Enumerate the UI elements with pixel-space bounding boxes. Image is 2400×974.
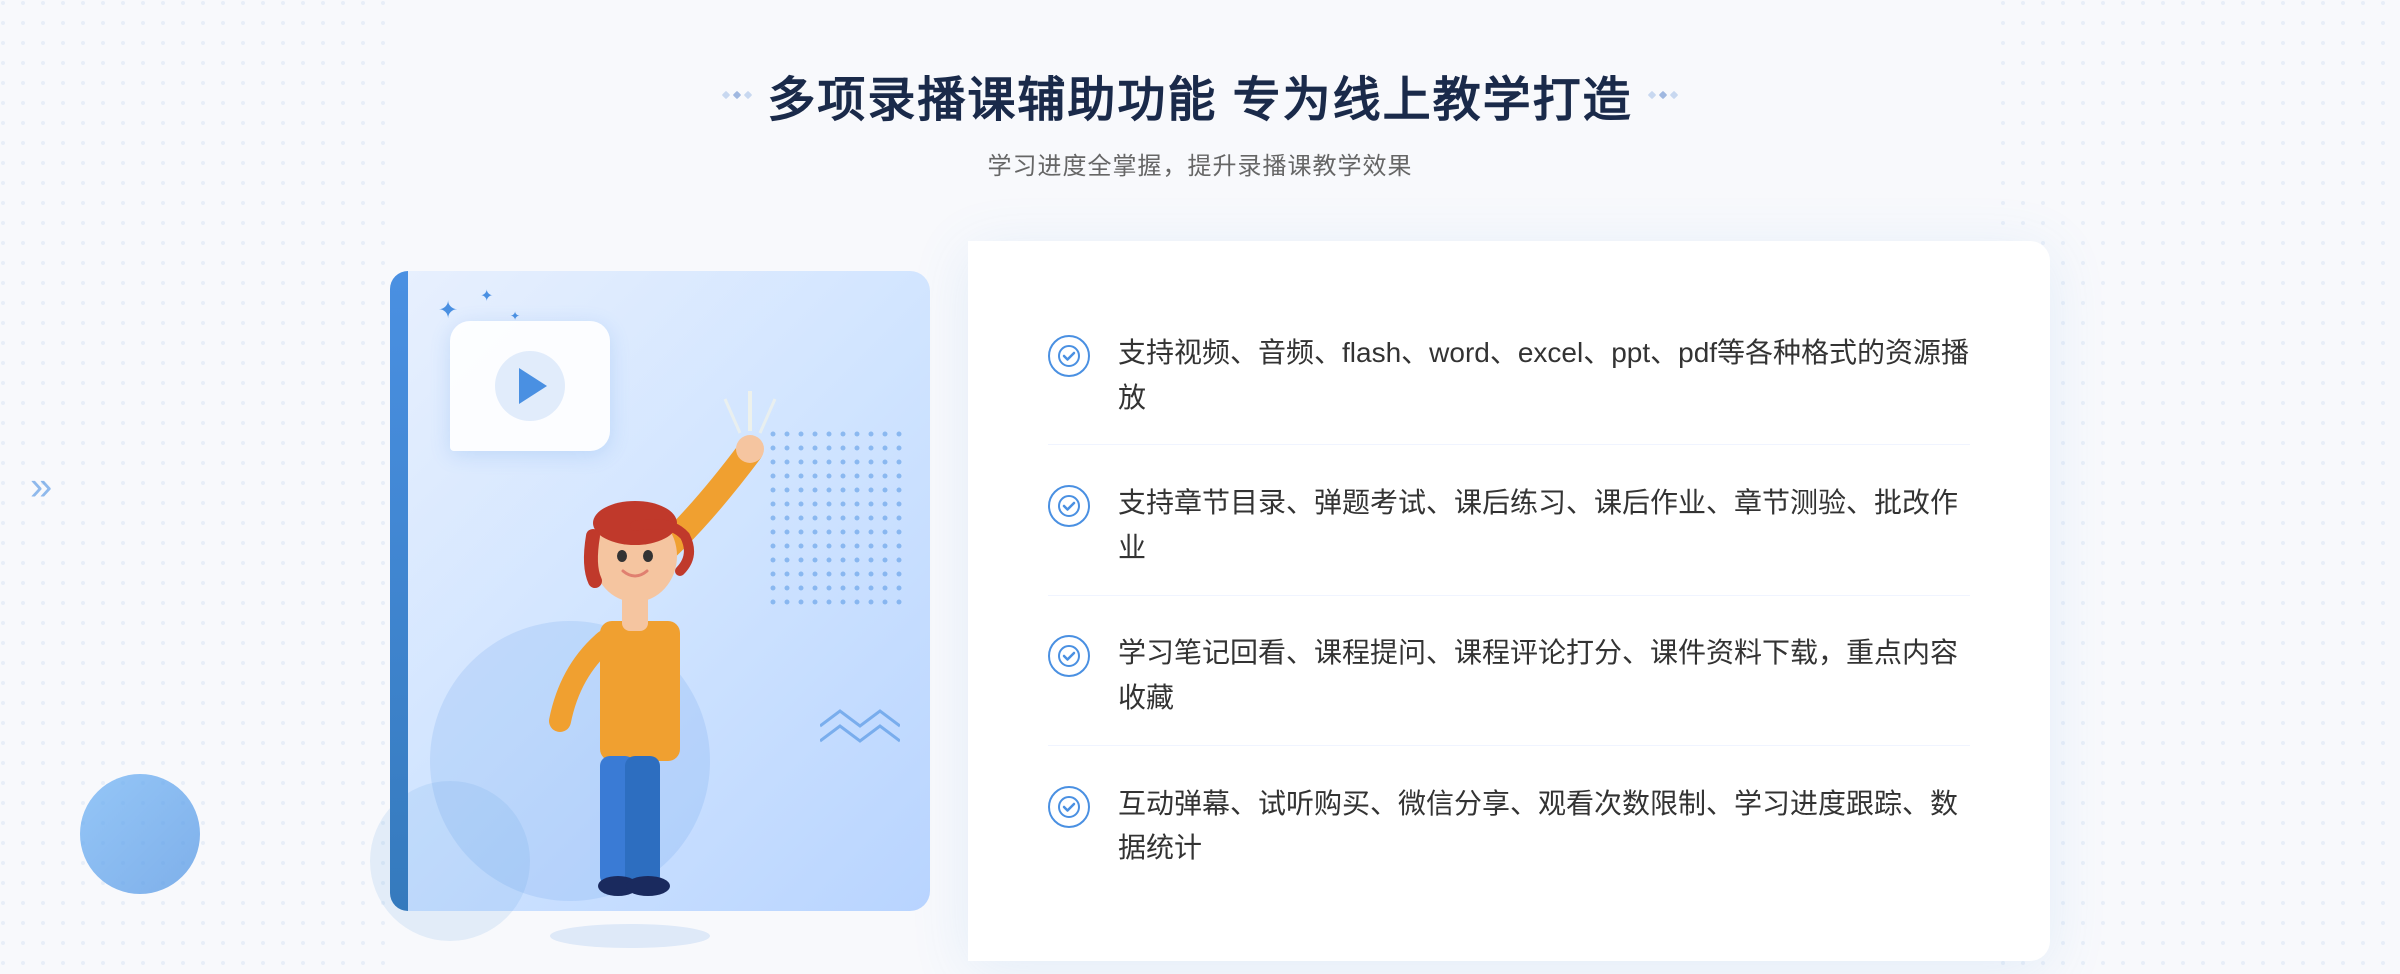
dot-grid-inner [770, 431, 910, 611]
sparkle-1: ✦ [438, 296, 458, 325]
bg-dots-left [0, 0, 400, 974]
header-section: 多项录播课辅助功能 专为线上教学打造 学习进度全掌握，提升录播课教学效果 [723, 60, 1676, 181]
check-icon-1 [1048, 335, 1090, 377]
feature-item-2: 支持章节目录、弹题考试、课后练习、课后作业、章节测验、批改作业 [1048, 457, 1970, 596]
person-svg [470, 371, 790, 951]
feature-item-1: 支持视频、音频、flash、word、excel、ppt、pdf等各种格式的资源… [1048, 307, 1970, 446]
check-icon-3 [1048, 635, 1090, 677]
title-decoration-left [723, 92, 751, 98]
left-panel: ✦ ✦ ✦ [350, 241, 970, 961]
deco-lines [820, 701, 900, 751]
feature-text-1: 支持视频、音频、flash、word、excel、ppt、pdf等各种格式的资源… [1118, 331, 1970, 421]
feature-item-4: 互动弹幕、试听购买、微信分享、观看次数限制、学习进度跟踪、数据统计 [1048, 758, 1970, 896]
check-svg-2 [1058, 495, 1080, 517]
right-features-panel: 支持视频、音频、flash、word、excel、ppt、pdf等各种格式的资源… [968, 241, 2050, 961]
main-title: 多项录播课辅助功能 专为线上教学打造 [767, 60, 1632, 130]
page-container: » 多项录播课辅助功能 专为线上教学打造 学习进度全掌握，提升录播课教学效果 [0, 0, 2400, 974]
check-icon-2 [1048, 485, 1090, 527]
title-row: 多项录播课辅助功能 专为线上教学打造 [723, 60, 1676, 130]
check-svg-4 [1058, 796, 1080, 818]
blue-circle-decoration [80, 774, 200, 894]
person-figure [470, 371, 790, 951]
title-decoration-right [1649, 92, 1677, 98]
check-svg-1 [1058, 345, 1080, 367]
blue-vertical-bar [390, 271, 408, 911]
feature-text-4: 互动弹幕、试听购买、微信分享、观看次数限制、学习进度跟踪、数据统计 [1118, 782, 1970, 872]
check-svg-3 [1058, 645, 1080, 667]
content-area: ✦ ✦ ✦ [350, 241, 2050, 961]
feature-item-3: 学习笔记回看、课程提问、课程评论打分、课件资料下载，重点内容收藏 [1048, 607, 1970, 746]
bg-dots-right [2000, 0, 2400, 974]
check-icon-4 [1048, 786, 1090, 828]
feature-text-2: 支持章节目录、弹题考试、课后练习、课后作业、章节测验、批改作业 [1118, 481, 1970, 571]
feature-text-3: 学习笔记回看、课程提问、课程评论打分、课件资料下载，重点内容收藏 [1118, 631, 1970, 721]
sparkle-2: ✦ [480, 286, 493, 306]
left-arrow-decoration: » [30, 465, 52, 510]
sub-title: 学习进度全掌握，提升录播课教学效果 [723, 146, 1676, 181]
